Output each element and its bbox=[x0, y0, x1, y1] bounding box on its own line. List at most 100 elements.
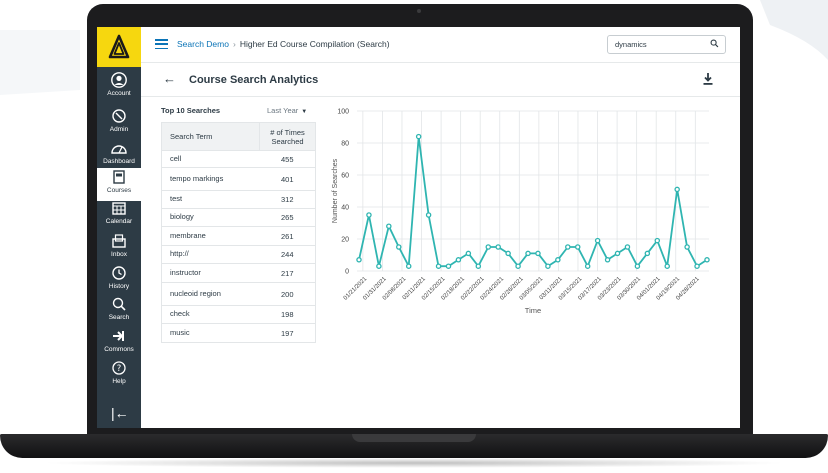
calendar-icon bbox=[112, 199, 126, 217]
top-searches-table: Search Term # of Times Searched cell 455 t… bbox=[161, 122, 316, 343]
laptop-shadow bbox=[40, 458, 788, 468]
sidebar-item-label: Admin bbox=[109, 126, 129, 133]
y-tick-label: 60 bbox=[341, 173, 349, 180]
search-icon[interactable] bbox=[710, 39, 719, 48]
search-term-cell: check bbox=[161, 305, 260, 324]
top-searches-title: Top 10 Searches bbox=[161, 106, 221, 115]
table-row[interactable]: biology 265 bbox=[161, 208, 316, 227]
y-axis-label: Number of Searches bbox=[332, 158, 339, 223]
table-row[interactable]: music 197 bbox=[161, 323, 316, 343]
data-point bbox=[366, 212, 372, 218]
column-header-term[interactable]: Search Term bbox=[161, 122, 260, 151]
search-term-cell: membrane bbox=[161, 226, 260, 246]
table-row[interactable]: instructor 217 bbox=[161, 263, 316, 283]
history-icon bbox=[112, 264, 126, 282]
search-count-cell: 265 bbox=[259, 208, 316, 227]
table-row[interactable]: check 198 bbox=[161, 305, 316, 324]
hamburger-menu-icon[interactable] bbox=[155, 39, 168, 50]
svg-text:?: ? bbox=[117, 364, 122, 374]
laptop-notch bbox=[352, 434, 476, 442]
logo-icon bbox=[108, 34, 130, 59]
data-point bbox=[455, 257, 462, 263]
breadcrumb-current: Higher Ed Course Compilation (Search) bbox=[239, 39, 390, 49]
y-tick-label: 100 bbox=[337, 109, 349, 116]
search-input[interactable]: dynamics bbox=[607, 35, 726, 54]
data-point bbox=[386, 223, 392, 229]
data-point bbox=[356, 257, 362, 263]
breadcrumb: Search Demo › Higher Ed Course Compilation… bbox=[177, 39, 390, 49]
data-point bbox=[535, 250, 541, 257]
data-point bbox=[594, 237, 601, 244]
data-point bbox=[664, 263, 670, 269]
table-row[interactable]: test 312 bbox=[161, 190, 316, 209]
search-term-cell: test bbox=[161, 190, 260, 209]
sidebar-item-account[interactable]: Account bbox=[97, 71, 141, 104]
y-tick-label: 40 bbox=[341, 205, 349, 212]
table-header-row: Search Term # of Times Searched bbox=[161, 122, 316, 151]
breadcrumb-root[interactable]: Search Demo bbox=[177, 39, 229, 49]
page-header: ← Course Search Analytics bbox=[141, 63, 740, 97]
caret-down-icon: ▼ bbox=[301, 109, 308, 115]
period-dropdown[interactable]: Last Year ▼ bbox=[267, 106, 307, 115]
table-row[interactable]: nucleoid region 200 bbox=[161, 282, 316, 306]
table-row[interactable]: http://244 bbox=[161, 245, 316, 264]
data-point bbox=[604, 257, 611, 263]
sidebar-item-history[interactable]: History bbox=[97, 264, 141, 297]
search-count-cell: 455 bbox=[259, 150, 316, 168]
sidebar-item-help[interactable]: ? Help bbox=[97, 359, 141, 392]
search-count-cell: 198 bbox=[259, 305, 316, 324]
data-point bbox=[465, 250, 472, 257]
search-term-cell: tempo markings bbox=[161, 167, 260, 191]
data-point bbox=[376, 263, 382, 269]
data-point bbox=[435, 263, 442, 269]
data-point bbox=[704, 257, 710, 263]
data-point bbox=[445, 263, 452, 269]
data-point bbox=[525, 250, 531, 257]
table-row[interactable]: tempo markings 401 bbox=[161, 167, 316, 191]
data-point bbox=[614, 250, 621, 257]
sidebar-item-commons[interactable]: Commons bbox=[97, 327, 141, 360]
download-icon[interactable] bbox=[703, 73, 713, 85]
search-count-cell: 244 bbox=[259, 245, 316, 264]
arrow-left-icon[interactable]: ← bbox=[163, 71, 176, 86]
sidebar-item-label: Inbox bbox=[111, 251, 127, 258]
data-point bbox=[624, 244, 631, 250]
collapse-icon[interactable]: |← bbox=[111, 405, 129, 421]
data-point bbox=[415, 133, 422, 140]
search-count-cell: 261 bbox=[259, 226, 316, 246]
data-point bbox=[694, 263, 700, 269]
search-count-cell: 312 bbox=[259, 190, 316, 209]
search-term-cell: cell bbox=[161, 150, 260, 168]
sidebar-item-label: Commons bbox=[104, 346, 134, 353]
sidebar-item-courses[interactable]: Courses bbox=[97, 168, 141, 201]
table-row[interactable]: cell 455 bbox=[161, 150, 316, 168]
account-icon bbox=[111, 71, 127, 89]
sidebar-item-search[interactable]: Search bbox=[97, 295, 141, 328]
series-line bbox=[358, 135, 708, 268]
sidebar-item-label: Dashboard bbox=[103, 158, 135, 165]
data-point bbox=[654, 237, 661, 244]
data-point bbox=[405, 263, 412, 269]
data-point bbox=[555, 257, 561, 263]
data-point bbox=[475, 263, 482, 269]
top-header: Search Demo › Higher Ed Course Compilation… bbox=[141, 27, 740, 63]
search-count-cell: 197 bbox=[259, 323, 316, 343]
data-point bbox=[425, 212, 432, 218]
search-term-cell: http:// bbox=[161, 245, 260, 264]
sidebar-item-calendar[interactable]: Calendar bbox=[97, 199, 141, 232]
search-count-cell: 200 bbox=[259, 282, 316, 306]
search-term-cell: nucleoid region bbox=[161, 282, 260, 306]
canvas-logo[interactable] bbox=[97, 27, 141, 67]
sidebar-item-label: Calendar bbox=[105, 218, 133, 225]
laptop-camera bbox=[417, 9, 421, 13]
data-point bbox=[396, 244, 402, 250]
global-nav: Account Admin Dashboard Courses Calendar Inbo… bbox=[97, 27, 141, 428]
data-point bbox=[574, 244, 581, 250]
courses-icon bbox=[113, 168, 125, 186]
column-header-count[interactable]: # of Times Searched bbox=[259, 122, 316, 151]
table-row[interactable]: membrane 261 bbox=[161, 226, 316, 246]
data-point bbox=[505, 250, 511, 257]
sidebar-item-inbox[interactable]: Inbox bbox=[97, 232, 141, 265]
period-value: Last Year bbox=[267, 106, 299, 115]
sidebar-item-admin[interactable]: Admin bbox=[97, 107, 141, 140]
